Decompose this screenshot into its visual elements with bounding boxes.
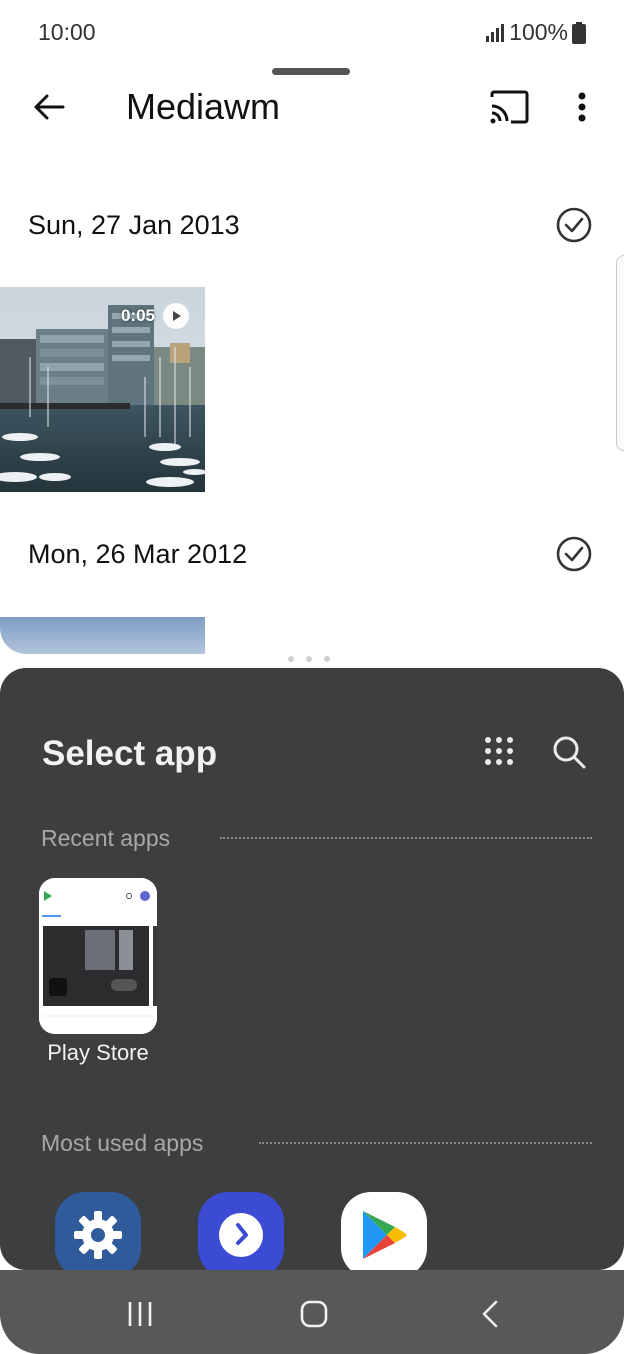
play-icon [163,303,189,329]
check-circle-icon [556,207,592,243]
date-group-header: Sun, 27 Jan 2013 [0,196,624,256]
cast-icon [490,90,529,124]
app-bar: Mediawm [0,76,624,138]
video-overlay: 0:05 [121,303,189,329]
split-divider-handle[interactable] [288,656,330,662]
sky-photo [0,617,205,654]
back-arrow-icon [34,94,65,120]
check-circle-icon [556,536,592,572]
cast-button[interactable] [484,84,534,130]
recent-app-label: Play Store [47,1040,149,1065]
play-store-app-icon[interactable] [341,1192,427,1270]
section-divider [220,837,592,839]
select-group-check[interactable] [555,535,593,573]
date-label: Mon, 26 Mar 2012 [28,539,248,569]
back-button[interactable] [26,84,72,130]
search-icon [553,736,586,769]
recents-button[interactable] [118,1294,162,1334]
more-vert-icon [578,92,586,122]
date-group-header: Mon, 26 Mar 2012 [0,525,624,585]
video-thumbnail[interactable]: 0:05 [0,287,205,492]
status-bar: 10:00 100% [0,0,624,64]
recents-icon [128,1302,152,1326]
navigation-bar [0,1270,624,1354]
play-store-screenshot [39,878,157,1034]
status-time: 10:00 [38,19,96,45]
search-button[interactable] [551,734,587,770]
date-label: Sun, 27 Jan 2013 [28,210,240,240]
recent-app-card[interactable] [39,878,157,1034]
home-button[interactable] [292,1294,336,1334]
back-icon [482,1300,498,1328]
edge-panel-handle[interactable] [616,255,624,451]
panel-title: Select app [42,734,218,773]
recent-apps-label: Recent apps [41,825,171,851]
window-drag-handle[interactable] [272,68,350,75]
clock-icon [219,1213,263,1257]
signal-icon [486,23,505,42]
section-divider [259,1142,592,1144]
select-app-panel: Select app Recent apps Play Store Most u… [0,668,624,1270]
home-icon [300,1300,328,1328]
video-duration: 0:05 [120,306,155,325]
app-grid-button[interactable] [484,736,516,768]
more-options-button[interactable] [566,84,598,130]
page-title: Mediawm [126,86,281,127]
gallery-window: 10:00 100% Mediawm Sun, 27 Jan 2013 0:05… [0,0,624,654]
battery-percent: 100% [509,19,568,45]
status-indicators: 100% [485,19,586,46]
settings-app-icon[interactable] [55,1192,141,1270]
image-thumbnail[interactable] [0,617,205,654]
clock-app-icon[interactable] [198,1192,284,1270]
select-group-check[interactable] [555,206,593,244]
grid-icon [485,737,513,765]
settings-icon [74,1211,122,1259]
play-store-icon [363,1211,407,1259]
battery-icon [572,21,586,44]
most-used-label: Most used apps [41,1130,204,1156]
nav-back-button[interactable] [468,1294,512,1334]
